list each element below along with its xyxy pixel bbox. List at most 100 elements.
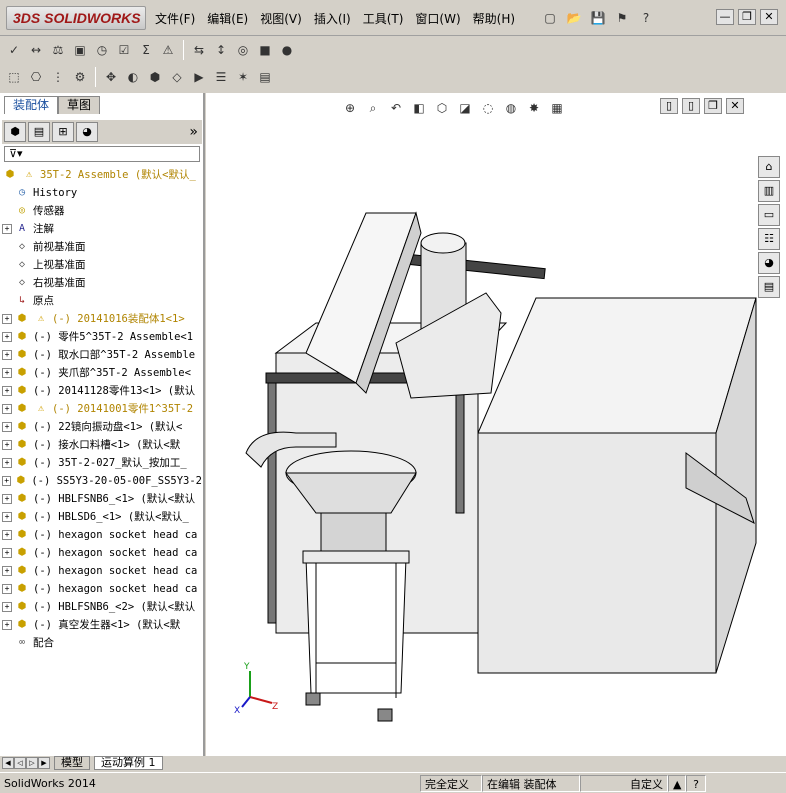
expand-toggle-icon[interactable]: + xyxy=(2,386,12,396)
hole-alignment-icon[interactable]: ◎ xyxy=(233,40,253,60)
tree-item[interactable]: ◷ History xyxy=(2,184,202,202)
spellcheck-icon[interactable]: ✓ xyxy=(4,40,24,60)
measure-icon[interactable]: ↔ xyxy=(26,40,46,60)
tree-item[interactable]: + ⬢ (-) hexagon socket head ca xyxy=(2,544,202,562)
tree-item[interactable]: ↳ 原点 xyxy=(2,292,202,310)
hide-show-icon[interactable]: ◌ xyxy=(478,98,498,118)
expand-toggle-icon[interactable]: + xyxy=(2,566,12,576)
menu-window[interactable]: 窗口(W) xyxy=(410,10,465,28)
smart-fasteners-icon[interactable]: ⚙ xyxy=(70,67,90,87)
tab-motion-study[interactable]: 运动算例 1 xyxy=(94,756,163,770)
equations-icon[interactable]: Σ xyxy=(136,40,156,60)
insert-component-icon[interactable]: ⬚ xyxy=(4,67,24,87)
expand-toggle-icon[interactable]: + xyxy=(2,548,12,558)
view-palette-icon[interactable]: ☷ xyxy=(758,228,780,250)
filter-icon[interactable]: ⊽▾ xyxy=(4,146,200,162)
expand-toggle-icon[interactable]: + xyxy=(2,512,12,522)
expand-toggle-icon[interactable]: + xyxy=(2,422,12,432)
tree-item[interactable]: ◇ 前视基准面 xyxy=(2,238,202,256)
save-icon[interactable]: 💾 xyxy=(588,8,608,28)
clearance-icon[interactable]: ↕ xyxy=(211,40,231,60)
restore-button[interactable]: ❐ xyxy=(738,9,756,25)
move-component-icon[interactable]: ✥ xyxy=(101,67,121,87)
viewport-restore-button[interactable]: ❐ xyxy=(704,98,722,114)
reference-geometry-icon[interactable]: ◇ xyxy=(167,67,187,87)
tree-item[interactable]: + ⬢ (-) SS5Y3-20-05-00F_SS5Y3-2 xyxy=(2,472,202,490)
expand-toggle-icon[interactable]: + xyxy=(2,404,12,414)
tree-item[interactable]: + ⬢ (-) hexagon socket head ca xyxy=(2,562,202,580)
viewport-split-icon[interactable]: ▯ xyxy=(660,98,678,114)
expand-toggle-icon[interactable]: + xyxy=(2,350,12,360)
mass-properties-icon[interactable]: ⚖ xyxy=(48,40,68,60)
compare-icon[interactable]: ⇆ xyxy=(189,40,209,60)
help-icon[interactable]: ? xyxy=(636,8,656,28)
prev-tab-icon[interactable]: ◁ xyxy=(14,757,26,769)
edit-appearance-icon[interactable]: ◍ xyxy=(501,98,521,118)
status-units[interactable]: 自定义 xyxy=(580,774,668,792)
linear-pattern-icon[interactable]: ⋮ xyxy=(48,67,68,87)
bill-of-materials-icon[interactable]: ☰ xyxy=(211,67,231,87)
status-help-icon[interactable]: ? xyxy=(686,774,706,792)
next-tab-icon[interactable]: ▷ xyxy=(26,757,38,769)
expand-toggle-icon[interactable]: + xyxy=(2,494,12,504)
expand-toggle-icon[interactable]: + xyxy=(2,602,12,612)
tree-item[interactable]: ◇ 右视基准面 xyxy=(2,274,202,292)
graphics-viewport[interactable]: Y Z X xyxy=(206,93,786,757)
units-up-arrow-icon[interactable]: ▲ xyxy=(668,774,686,792)
feature-manager-icon[interactable]: ⬢ xyxy=(4,122,26,142)
expand-toggle-icon[interactable]: + xyxy=(2,458,12,468)
view-settings-icon[interactable]: ▦ xyxy=(547,98,567,118)
zoom-to-area-icon[interactable]: ⌕ xyxy=(363,98,383,118)
expand-toggle-icon[interactable]: + xyxy=(2,224,12,234)
tree-item[interactable]: + ⬢ (-) 取水口部^35T-2 Assemble xyxy=(2,346,202,364)
new-document-icon[interactable]: ▢ xyxy=(540,8,560,28)
expand-toggle-icon[interactable]: + xyxy=(2,530,12,540)
section-view-icon[interactable]: ◧ xyxy=(409,98,429,118)
home-icon[interactable]: ⌂ xyxy=(758,156,780,178)
section-properties-icon[interactable]: ▣ xyxy=(70,40,90,60)
tree-item[interactable]: + ⬢ ⚠ (-) 20141001零件1^35T-2 xyxy=(2,400,202,418)
tree-item[interactable]: + ⬢ (-) HBLSD6_<1> (默认<默认_ xyxy=(2,508,202,526)
performance-icon[interactable]: ■ xyxy=(255,40,275,60)
solidworks-logo[interactable]: 3DS SOLIDWORKS xyxy=(6,6,146,30)
expand-toggle-icon[interactable]: + xyxy=(2,584,12,594)
last-tab-icon[interactable]: ▶ xyxy=(38,757,50,769)
tree-item[interactable]: + ⬢ (-) 20141128零件13<1> (默认 xyxy=(2,382,202,400)
close-button[interactable]: ✕ xyxy=(760,9,778,25)
statistics-icon[interactable]: ◷ xyxy=(92,40,112,60)
check-icon[interactable]: ☑ xyxy=(114,40,134,60)
menu-tools[interactable]: 工具(T) xyxy=(358,10,409,28)
viewport-close-button[interactable]: ✕ xyxy=(726,98,744,114)
menu-view[interactable]: 视图(V) xyxy=(255,10,307,28)
tree-root-assembly[interactable]: ⬢ ⚠ 35T-2 Assemble (默认<默认_ xyxy=(2,166,202,184)
menu-help[interactable]: 帮助(H) xyxy=(468,10,520,28)
new-motion-study-icon[interactable]: ▶ xyxy=(189,67,209,87)
property-manager-icon[interactable]: ▤ xyxy=(28,122,50,142)
show-hidden-icon[interactable]: ◐ xyxy=(123,67,143,87)
mate-icon[interactable]: ⎔ xyxy=(26,67,46,87)
appearances-icon[interactable]: ◕ xyxy=(758,252,780,274)
tree-item[interactable]: + ⬢ (-) 35T-2-027_默认_按加工_ xyxy=(2,454,202,472)
expand-toggle-icon[interactable]: + xyxy=(2,368,12,378)
display-manager-icon[interactable]: ◕ xyxy=(76,122,98,142)
exploded-view-icon[interactable]: ✶ xyxy=(233,67,253,87)
tree-item[interactable]: + ⬢ (-) 22镜向振动盘<1> (默认< xyxy=(2,418,202,436)
configuration-manager-icon[interactable]: ⊞ xyxy=(52,122,74,142)
zoom-to-fit-icon[interactable]: ⊕ xyxy=(340,98,360,118)
file-explorer-icon[interactable]: ▭ xyxy=(758,204,780,226)
tab-model[interactable]: 模型 xyxy=(54,756,90,770)
viewport-link-icon[interactable]: ▯ xyxy=(682,98,700,114)
tab-sketch[interactable]: 草图 xyxy=(58,96,101,114)
open-folder-icon[interactable]: 📂 xyxy=(564,8,584,28)
tab-assembly[interactable]: 装配体 xyxy=(4,96,59,114)
tree-item[interactable]: + ⬢ (-) 夹爪部^35T-2 Assemble< xyxy=(2,364,202,382)
tree-item[interactable]: + ⬢ (-) 零件5^35T-2 Assemble<1 xyxy=(2,328,202,346)
expand-toggle-icon[interactable]: + xyxy=(2,332,12,342)
instant3d-icon[interactable]: ▤ xyxy=(255,67,275,87)
tree-item[interactable]: + ⬢ (-) 接水口料槽<1> (默认<默 xyxy=(2,436,202,454)
tree-item[interactable]: + ⬢ (-) HBLFSNB6_<1> (默认<默认 xyxy=(2,490,202,508)
tree-item[interactable]: + ⬢ (-) 真空发生器<1> (默认<默 xyxy=(2,616,202,634)
assembly-features-icon[interactable]: ⬢ xyxy=(145,67,165,87)
tree-item[interactable]: + ⬢ (-) hexagon socket head ca xyxy=(2,526,202,544)
rebuild-icon[interactable]: ⚑ xyxy=(612,8,632,28)
